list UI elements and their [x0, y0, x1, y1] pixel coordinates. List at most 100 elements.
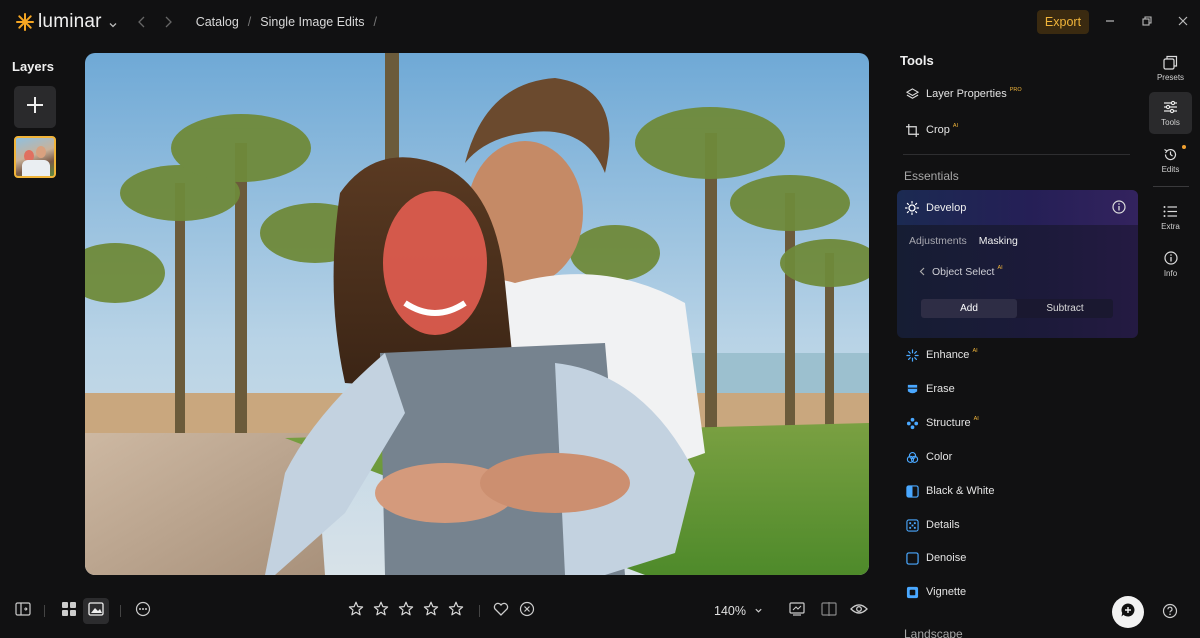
info-icon: [1163, 250, 1179, 266]
presets-icon: [1163, 54, 1179, 70]
tab-adjustments[interactable]: Adjustments: [909, 235, 967, 247]
ai-badge: AI: [997, 265, 1003, 271]
layers-icon: [905, 87, 919, 101]
develop-panel: Develop Adjustments Masking Object Selec…: [897, 190, 1138, 338]
bottom-toolbar: 140%: [0, 594, 880, 630]
tool-enhance[interactable]: Enhance AI: [897, 340, 1138, 370]
add-layer-button[interactable]: [14, 86, 56, 128]
sliders-icon: [1163, 99, 1179, 115]
split-view-icon: [821, 601, 837, 621]
breadcrumb-catalog[interactable]: Catalog: [196, 15, 239, 29]
app-name: luminar: [38, 11, 102, 32]
layer-thumbnail[interactable]: [14, 136, 56, 178]
chevron-down-icon: [108, 17, 118, 28]
list-icon: [1163, 203, 1179, 219]
tool-layer-properties[interactable]: Layer Properties PRO: [897, 79, 1138, 109]
tab-masking[interactable]: Masking: [979, 235, 1018, 247]
image-icon: [88, 601, 104, 621]
grid-view-button[interactable]: [56, 598, 82, 624]
tool-label: Layer Properties: [926, 88, 1007, 100]
layers-title: Layers: [12, 59, 54, 74]
rail-label: Extra: [1161, 222, 1180, 231]
close-icon[interactable]: [1174, 12, 1192, 30]
black-white-icon: [905, 484, 919, 498]
zoom-dropdown[interactable]: 140%: [714, 604, 763, 618]
add-mode-button[interactable]: Add: [921, 299, 1017, 318]
ai-badge: AI: [952, 123, 959, 129]
restore-icon[interactable]: [1138, 12, 1156, 30]
rail-tools[interactable]: Tools: [1149, 92, 1192, 134]
histogram-button[interactable]: [784, 598, 810, 624]
tool-label: Details: [926, 519, 960, 531]
details-icon: [905, 518, 919, 532]
rail-presets[interactable]: Presets: [1149, 47, 1192, 89]
tool-details[interactable]: Details: [897, 510, 1138, 540]
breadcrumb-separator: /: [247, 15, 252, 29]
rail-extra[interactable]: Extra: [1149, 196, 1192, 238]
rating-star-icon[interactable]: [397, 600, 415, 618]
tool-label: Structure: [926, 417, 971, 429]
tools-title: Tools: [900, 53, 934, 68]
rating-star-icon[interactable]: [372, 600, 390, 618]
compare-view-icon: [789, 601, 805, 621]
structure-icon: [905, 416, 919, 430]
tool-erase[interactable]: Erase: [897, 374, 1138, 404]
favorite-button[interactable]: [488, 598, 514, 624]
denoise-icon: [905, 551, 919, 565]
chat-assistant-button[interactable]: [1112, 596, 1144, 628]
plus-icon: [26, 96, 44, 119]
edits-indicator-dot: [1182, 145, 1186, 149]
luminar-logo-icon: [16, 13, 34, 31]
tool-color[interactable]: Color: [897, 442, 1138, 472]
vignette-icon: [905, 585, 919, 599]
chevron-left-icon: [919, 267, 927, 277]
tool-label: Vignette: [926, 586, 967, 598]
tool-label: Color: [926, 451, 953, 463]
develop-label: Develop: [926, 201, 967, 214]
breadcrumb-separator: /: [373, 15, 377, 29]
forward-arrow-icon[interactable]: [162, 15, 174, 29]
title-bar: luminar Catalog / Single Image Edits / E…: [0, 0, 1200, 44]
split-compare-button[interactable]: [816, 598, 842, 624]
preview-button[interactable]: [846, 598, 872, 624]
object-select-back[interactable]: Object Select AI: [897, 247, 1138, 278]
export-button[interactable]: Export: [1037, 10, 1089, 34]
rail-label: Edits: [1161, 165, 1180, 174]
chevron-down-icon: [754, 604, 763, 618]
tool-crop[interactable]: Crop AI: [897, 115, 1138, 145]
subtract-mode-button[interactable]: Subtract: [1017, 299, 1113, 318]
help-icon[interactable]: [1162, 603, 1178, 619]
sun-icon: [905, 200, 919, 215]
tool-label: Crop: [926, 124, 950, 136]
breadcrumb: Catalog / Single Image Edits /: [196, 15, 386, 29]
divider: [903, 154, 1130, 155]
enhance-icon: [905, 348, 919, 362]
tool-structure[interactable]: Structure AI: [897, 408, 1138, 438]
toggle-sidebar-button[interactable]: [10, 598, 36, 624]
eye-icon: [850, 602, 868, 620]
tool-label: Denoise: [926, 552, 967, 564]
reject-button[interactable]: [514, 598, 540, 624]
heart-icon: [493, 602, 509, 621]
app-menu[interactable]: luminar: [16, 11, 118, 33]
tool-denoise[interactable]: Denoise: [897, 543, 1138, 573]
minimize-icon[interactable]: [1101, 12, 1119, 30]
more-options-button[interactable]: [130, 598, 156, 624]
color-icon: [905, 450, 919, 464]
tool-label: Black & White: [926, 485, 995, 497]
tool-black-white[interactable]: Black & White: [897, 476, 1138, 506]
single-image-view-button[interactable]: [83, 598, 109, 624]
rating-star-icon[interactable]: [347, 600, 365, 618]
rail-info[interactable]: Info: [1149, 243, 1192, 285]
info-icon[interactable]: [1112, 200, 1126, 214]
photo-canvas[interactable]: [85, 53, 869, 575]
tool-label: Enhance: [926, 349, 970, 361]
breadcrumb-single-image-edits[interactable]: Single Image Edits: [260, 15, 364, 29]
develop-header[interactable]: Develop: [897, 190, 1138, 225]
rating-star-icon[interactable]: [447, 600, 465, 618]
more-icon: [135, 601, 151, 622]
rating-star-icon[interactable]: [422, 600, 440, 618]
back-arrow-icon[interactable]: [136, 15, 148, 29]
object-select-label: Object Select: [932, 266, 995, 278]
tool-vignette[interactable]: Vignette: [897, 577, 1138, 607]
